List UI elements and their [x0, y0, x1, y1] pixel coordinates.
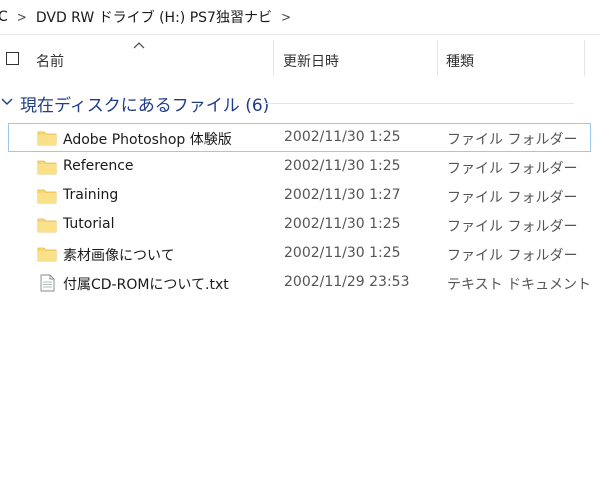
folder-icon [37, 131, 57, 146]
file-row[interactable]: Reference 2002/11/30 1:25 ファイル フォルダー [8, 152, 591, 181]
folder-icon [37, 189, 57, 204]
column-divider[interactable] [273, 40, 274, 76]
sort-ascending-icon [133, 42, 145, 49]
file-row[interactable]: 素材画像について 2002/11/30 1:25 ファイル フォルダー [8, 239, 591, 268]
file-row[interactable]: Adobe Photoshop 体験版 2002/11/30 1:25 ファイル… [8, 123, 591, 152]
file-date: 2002/11/29 23:53 [284, 274, 410, 290]
breadcrumb: C > DVD RW ドライブ (H:) PS7独習ナビ > [0, 8, 300, 26]
file-type: ファイル フォルダー [447, 248, 578, 264]
address-bar[interactable]: C > DVD RW ドライブ (H:) PS7独習ナビ > [0, 0, 600, 35]
column-header-date[interactable]: 更新日時 [283, 51, 339, 71]
file-type: テキスト ドキュメント [447, 277, 592, 293]
file-row[interactable]: Training 2002/11/30 1:27 ファイル フォルダー [8, 181, 591, 210]
file-date: 2002/11/30 1:25 [284, 158, 401, 174]
breadcrumb-separator-icon[interactable]: > [281, 9, 291, 24]
column-header-type[interactable]: 種類 [446, 51, 474, 71]
file-type: ファイル フォルダー [447, 132, 578, 148]
file-date: 2002/11/30 1:25 [284, 216, 401, 232]
group-label: 現在ディスクにあるファイル (6) [20, 96, 270, 116]
breadcrumb-item-dvd[interactable]: DVD RW ドライブ (H:) PS7独習ナビ [36, 7, 272, 27]
column-header-row: 名前 更新日時 種類 [0, 40, 600, 78]
file-date: 2002/11/30 1:25 [284, 245, 401, 261]
file-row[interactable]: 付属CD-ROMについて.txt 2002/11/29 23:53 テキスト ド… [8, 268, 591, 297]
file-name: Reference [63, 158, 134, 174]
file-type: ファイル フォルダー [447, 219, 578, 235]
file-type: ファイル フォルダー [447, 190, 578, 206]
breadcrumb-separator-icon[interactable]: > [17, 9, 27, 24]
file-name: Adobe Photoshop 体験版 [63, 132, 232, 148]
column-divider[interactable] [437, 40, 438, 76]
file-name: 付属CD-ROMについて.txt [63, 277, 229, 293]
group-divider [262, 103, 574, 104]
file-list: Adobe Photoshop 体験版 2002/11/30 1:25 ファイル… [0, 123, 600, 297]
group-header[interactable]: 現在ディスクにあるファイル (6) [0, 90, 600, 116]
file-explorer-window: C > DVD RW ドライブ (H:) PS7独習ナビ > 名前 更新日時 種… [0, 0, 600, 494]
file-row[interactable]: Tutorial 2002/11/30 1:25 ファイル フォルダー [8, 210, 591, 239]
folder-icon [37, 218, 57, 233]
file-name: Tutorial [63, 216, 115, 232]
text-document-icon [40, 274, 55, 292]
file-name: 素材画像について [63, 248, 175, 264]
folder-icon [37, 247, 57, 262]
column-divider[interactable] [584, 40, 585, 76]
folder-icon [37, 160, 57, 175]
file-type: ファイル フォルダー [447, 161, 578, 177]
file-name: Training [63, 187, 119, 203]
file-date: 2002/11/30 1:25 [284, 129, 401, 145]
select-all-checkbox[interactable] [6, 52, 19, 65]
file-date: 2002/11/30 1:27 [284, 187, 401, 203]
chevron-down-icon[interactable] [0, 95, 14, 109]
column-header-name[interactable]: 名前 [36, 51, 64, 71]
breadcrumb-item-drive[interactable]: C [0, 9, 8, 25]
